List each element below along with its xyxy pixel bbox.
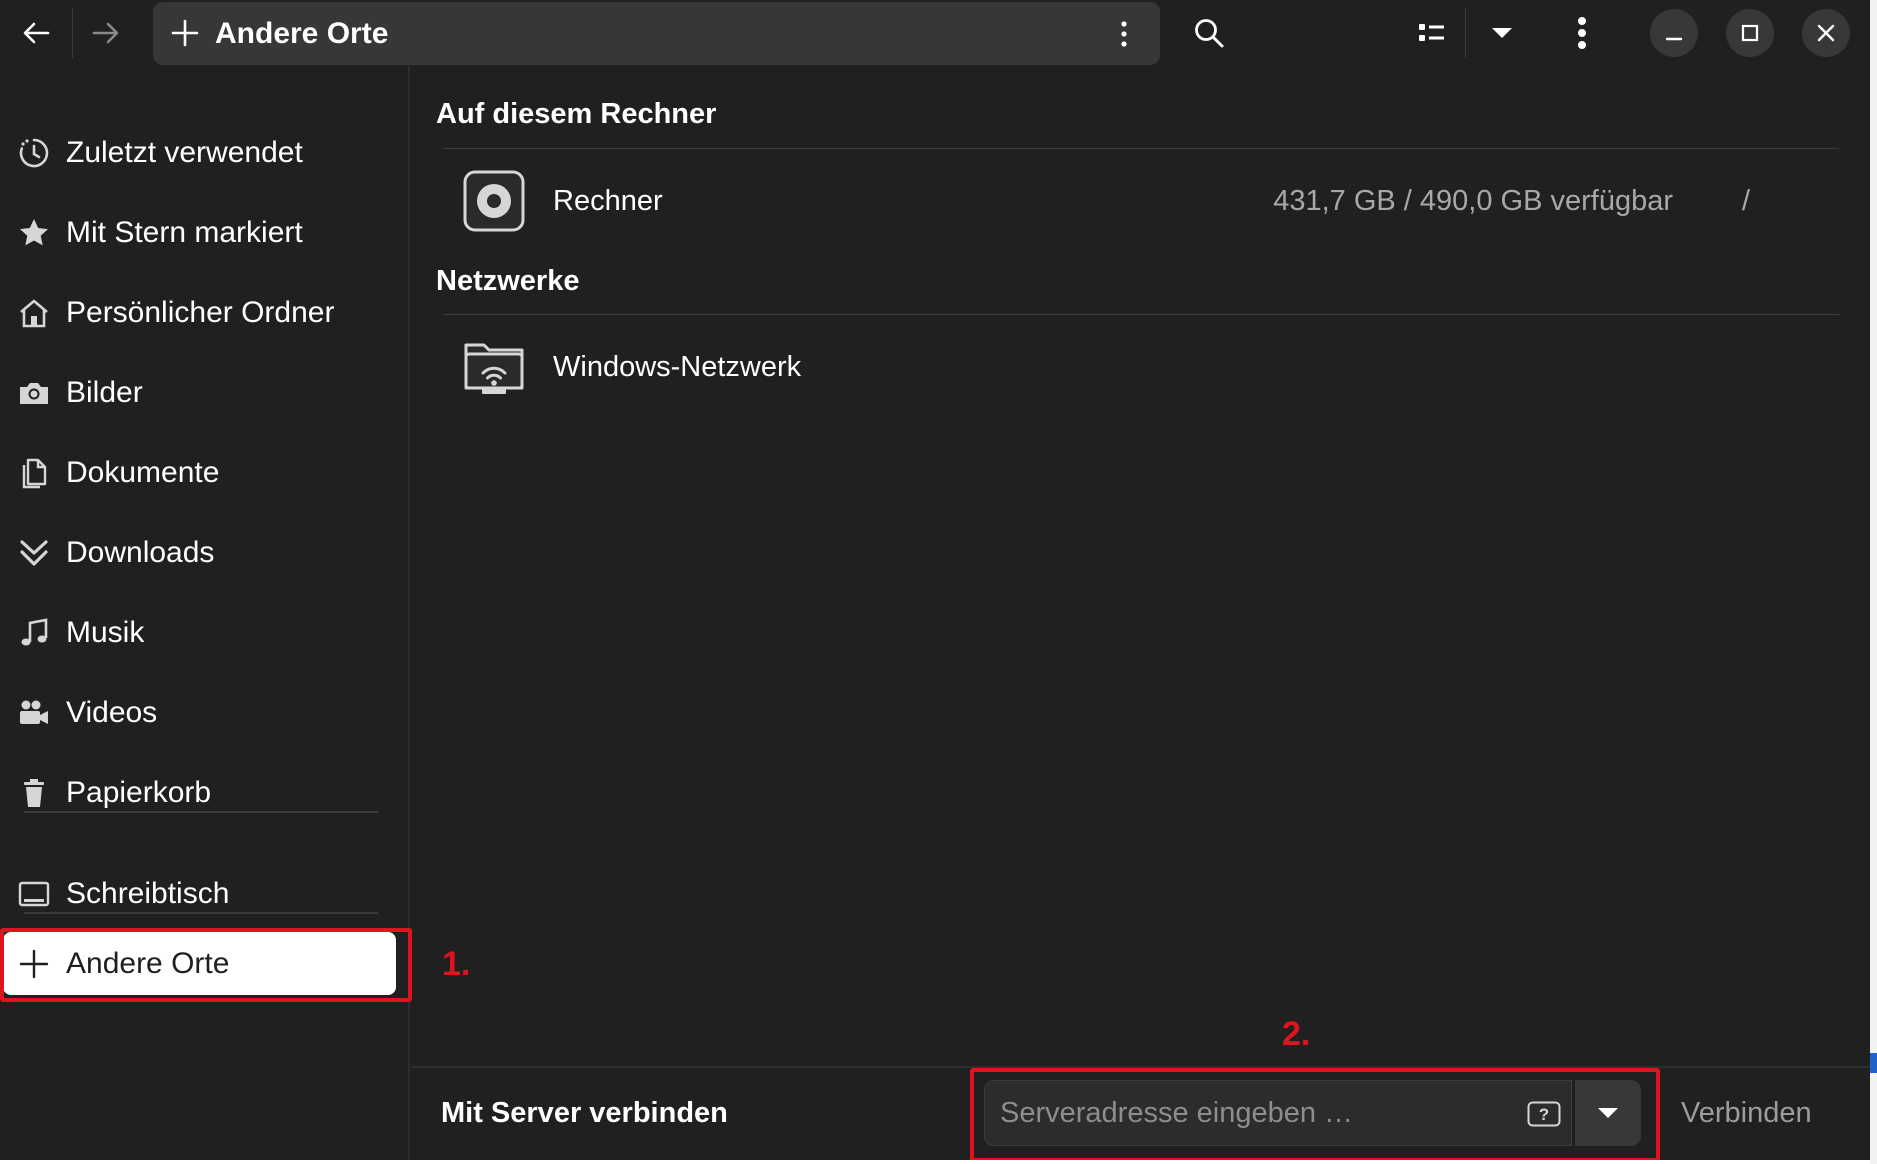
path-bar[interactable]: Andere Orte	[153, 2, 1160, 65]
annotation-marker-1: 1.	[442, 945, 471, 983]
section-title-networks: Netzwerke	[436, 265, 580, 297]
sidebar-item-label: Videos	[66, 696, 158, 729]
sidebar-item-starred[interactable]: Mit Stern markiert	[0, 201, 400, 265]
sidebar-item-recent[interactable]: Zuletzt verwendet	[0, 121, 400, 185]
forward-button[interactable]	[82, 13, 130, 53]
drive-icon	[462, 169, 526, 233]
sidebar-item-documents[interactable]: Dokumente	[0, 441, 400, 505]
trash-icon	[17, 776, 51, 810]
maximize-icon	[1741, 24, 1759, 42]
search-button[interactable]	[1185, 13, 1233, 53]
plus-icon	[171, 19, 199, 47]
nav-separator	[72, 8, 73, 58]
home-icon	[17, 296, 51, 330]
back-button[interactable]	[12, 13, 60, 53]
mount-path: /	[1741, 185, 1750, 217]
sidebar-item-home[interactable]: Persönlicher Ordner	[0, 281, 400, 345]
list-item-label: Rechner	[553, 185, 663, 217]
minimize-icon	[1665, 37, 1683, 41]
list-item-network[interactable]: Windows-Netzwerk	[431, 325, 1851, 409]
sidebar-item-label: Downloads	[66, 536, 215, 569]
list-view-icon	[1419, 24, 1444, 41]
maximize-button[interactable]	[1726, 9, 1774, 57]
sidebar-separator	[24, 811, 378, 813]
sidebar-item-label: Schreibtisch	[66, 877, 230, 910]
view-separator	[1465, 8, 1466, 58]
window-edge-accent	[1870, 1053, 1877, 1073]
view-options-button[interactable]	[1478, 13, 1526, 53]
sidebar-item-pictures[interactable]: Bilder	[0, 361, 400, 425]
sidebar-item-label: Mit Stern markiert	[66, 216, 303, 249]
close-button[interactable]	[1802, 9, 1850, 57]
kebab-vertical-icon[interactable]	[1120, 20, 1128, 48]
sidebar-item-label: Musik	[66, 616, 145, 649]
section-divider	[443, 314, 1839, 315]
recent-icon	[17, 136, 51, 170]
star-icon	[17, 216, 51, 250]
annotation-highlight-2	[970, 1068, 1660, 1160]
list-item-label: Windows-Netzwerk	[553, 351, 802, 383]
connect-to-server-title: Mit Server verbinden	[441, 1097, 728, 1129]
video-camera-icon	[17, 696, 51, 730]
sidebar-item-videos[interactable]: Videos	[0, 681, 400, 745]
minimize-button[interactable]	[1650, 9, 1698, 57]
header-bar: Andere Orte	[0, 0, 1870, 66]
file-manager-window: Andere Orte Zuletzt verwendet Mit Stern …	[0, 0, 1870, 1160]
downloads-icon	[17, 536, 51, 570]
main-content: Auf diesem Rechner Rechner 431,7 GB / 49…	[411, 66, 1870, 1066]
kebab-vertical-icon	[1578, 17, 1586, 49]
network-folder-icon	[462, 335, 526, 399]
sidebar-item-desktop[interactable]: Schreibtisch	[0, 862, 400, 926]
sidebar-item-music[interactable]: Musik	[0, 601, 400, 665]
sidebar-separator	[24, 912, 378, 914]
section-divider	[443, 148, 1839, 149]
camera-icon	[17, 376, 51, 410]
sidebar-item-label: Papierkorb	[66, 776, 212, 809]
path-label: Andere Orte	[215, 17, 389, 50]
arrow-left-icon	[23, 22, 50, 44]
connect-button[interactable]: Verbinden	[1681, 1097, 1812, 1130]
search-icon	[1195, 19, 1224, 48]
window-edge	[1870, 0, 1877, 1164]
sidebar-item-downloads[interactable]: Downloads	[0, 521, 400, 585]
sidebar-item-label: Bilder	[66, 376, 143, 409]
list-item-computer[interactable]: Rechner 431,7 GB / 490,0 GB verfügbar /	[431, 159, 1851, 243]
arrow-right-icon	[92, 22, 119, 44]
sidebar-item-label: Dokumente	[66, 456, 220, 489]
sidebar-item-label: Persönlicher Ordner	[66, 296, 335, 329]
sidebar-item-label: Zuletzt verwendet	[66, 136, 303, 169]
caret-down-icon	[1492, 28, 1512, 38]
section-title-computer: Auf diesem Rechner	[436, 98, 717, 130]
annotation-highlight-1	[0, 928, 412, 1002]
music-icon	[17, 616, 51, 650]
annotation-marker-2: 2.	[1282, 1015, 1311, 1053]
view-toggle-button[interactable]	[1408, 13, 1456, 53]
close-icon	[1817, 24, 1835, 42]
main-menu-button[interactable]	[1558, 12, 1606, 54]
sidebar-item-trash[interactable]: Papierkorb	[0, 761, 400, 825]
disk-space-info: 431,7 GB / 490,0 GB verfügbar	[1273, 185, 1673, 217]
desktop-icon	[17, 877, 51, 911]
documents-icon	[17, 456, 51, 490]
